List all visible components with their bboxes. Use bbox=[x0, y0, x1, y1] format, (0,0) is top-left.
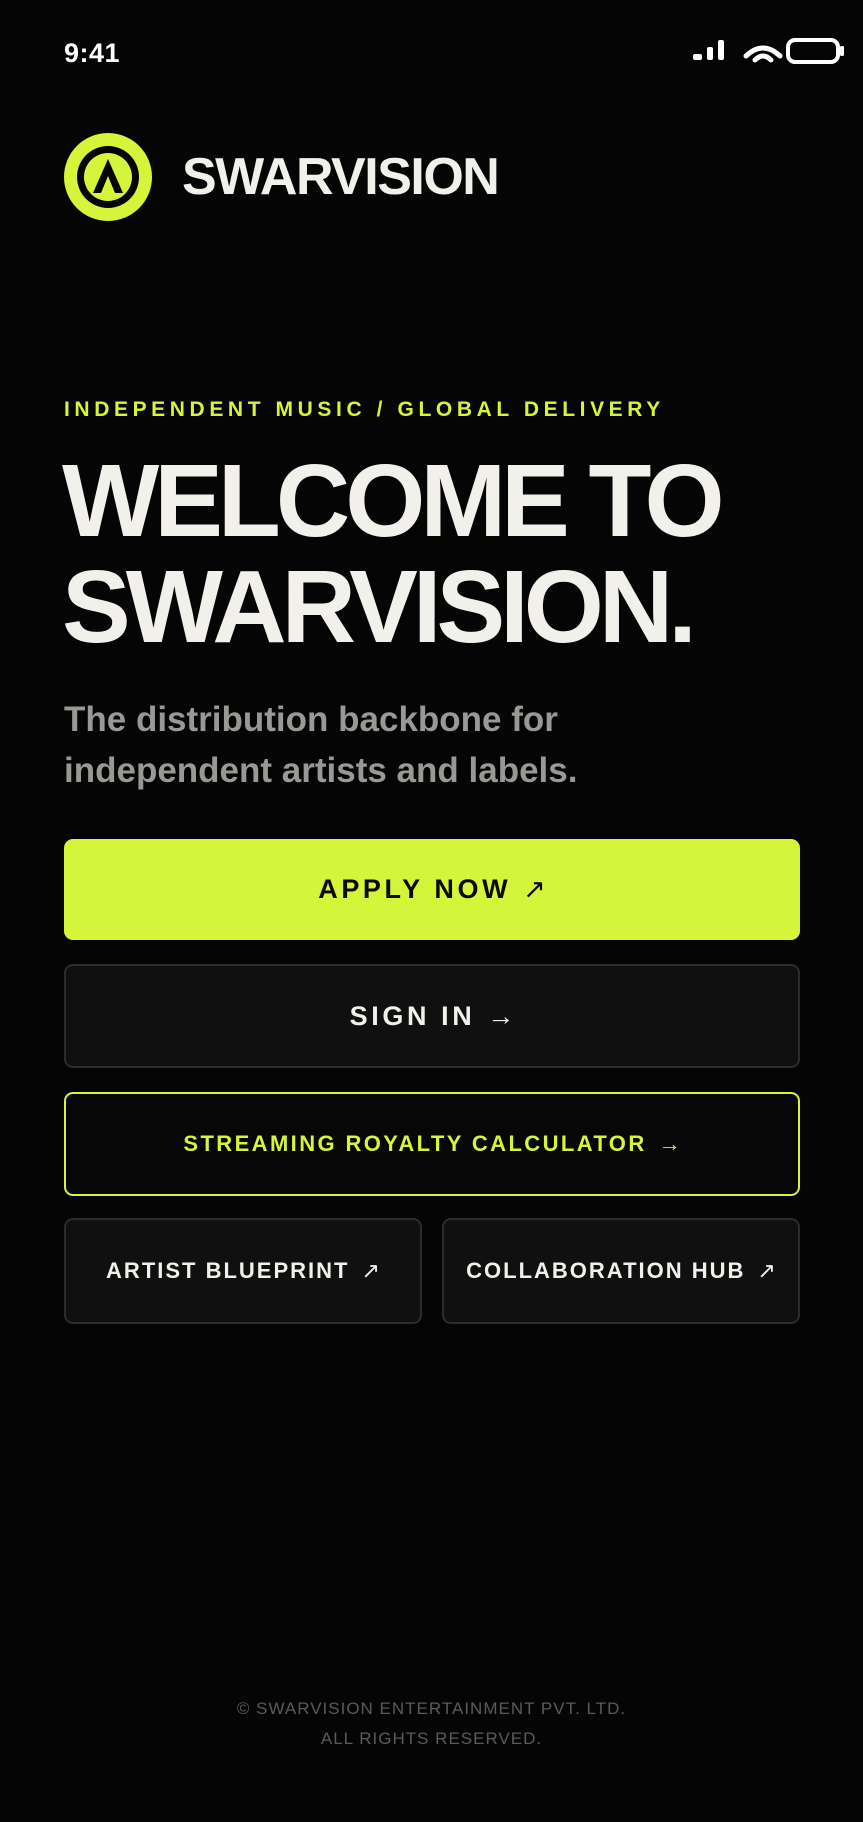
apply-now-label: APPLY NOW bbox=[318, 874, 512, 904]
footer: © SWARVISION ENTERTAINMENT PVT. LTD. ALL… bbox=[0, 1694, 863, 1754]
signal-icon bbox=[693, 40, 724, 60]
hero-headline-line-1: WELCOME TO bbox=[62, 443, 725, 558]
wifi-icon bbox=[743, 45, 783, 63]
arrow-up-right-icon: ↗ bbox=[361, 1258, 380, 1283]
status-icons bbox=[693, 38, 844, 64]
artist-blueprint-label: ARTIST BLUEPRINT bbox=[106, 1258, 350, 1283]
arrow-right-icon: → bbox=[487, 1000, 515, 1031]
hero-eyebrow: INDEPENDENT MUSIC / GLOBAL DELIVERY bbox=[64, 398, 665, 421]
battery-icon bbox=[786, 38, 844, 64]
arrow-right-icon: → bbox=[658, 1131, 681, 1156]
brand-name: SWARVISION bbox=[182, 148, 500, 206]
arrow-up-right-icon: ↗ bbox=[757, 1258, 776, 1283]
hero-headline-line-2: SWARVISION. bbox=[62, 549, 697, 664]
apply-now-button[interactable]: APPLY NOW ↗ bbox=[64, 839, 800, 940]
royalty-calculator-button[interactable]: STREAMING ROYALTY CALCULATOR → bbox=[64, 1092, 800, 1196]
sign-in-button[interactable]: SIGN IN → bbox=[64, 964, 800, 1068]
royalty-calculator-label: STREAMING ROYALTY CALCULATOR bbox=[183, 1131, 647, 1156]
status-bar: 9:41 bbox=[0, 0, 863, 110]
footer-rights: ALL RIGHTS RESERVED. bbox=[320, 1729, 543, 1748]
sign-in-label: SIGN IN bbox=[349, 1000, 476, 1031]
brand-header: SWARVISION bbox=[64, 132, 500, 222]
arrow-up-right-icon: ↗ bbox=[523, 874, 546, 904]
swarvision-logo-icon bbox=[64, 133, 152, 221]
collaboration-hub-button[interactable]: COLLABORATION HUB ↗ bbox=[442, 1218, 800, 1324]
hero-headline: WELCOME TO SWARVISION. bbox=[62, 443, 725, 664]
footer-copyright: © SWARVISION ENTERTAINMENT PVT. LTD. bbox=[236, 1699, 627, 1718]
collaboration-hub-label: COLLABORATION HUB bbox=[466, 1258, 746, 1283]
hero-subtitle: The distribution backbone for independen… bbox=[64, 700, 578, 790]
status-time: 9:41 bbox=[64, 38, 121, 68]
artist-blueprint-button[interactable]: ARTIST BLUEPRINT ↗ bbox=[64, 1218, 422, 1324]
